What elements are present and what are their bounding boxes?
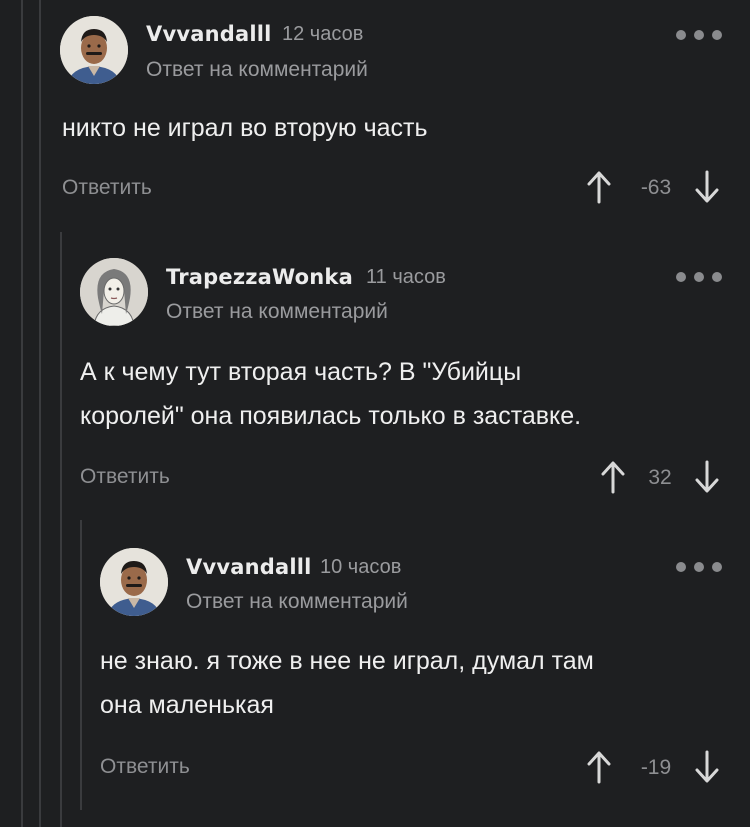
man-with-mustache-avatar-icon xyxy=(100,548,168,616)
comment-time: 10 часов xyxy=(320,556,402,578)
thread-line xyxy=(80,520,82,810)
comment-body-line: она маленькая xyxy=(100,691,274,719)
more-options-icon[interactable] xyxy=(676,270,722,284)
vote-score: -19 xyxy=(640,756,672,779)
reply-to-link[interactable]: Ответ на комментарий xyxy=(166,300,388,324)
man-with-mustache-avatar-icon xyxy=(60,16,128,84)
author-name[interactable]: Vvvandalll xyxy=(146,22,272,46)
comment-time: 12 часов xyxy=(282,23,364,45)
thread-line xyxy=(39,0,41,827)
upvote-arrow-icon[interactable] xyxy=(586,170,612,204)
reply-button[interactable]: Ответить xyxy=(62,176,152,200)
reply-button[interactable]: Ответить xyxy=(80,465,170,489)
comment-body-line: А к чему тут вторая часть? В "Убийцы xyxy=(80,358,522,386)
reply-to-link[interactable]: Ответ на комментарий xyxy=(186,590,408,614)
author-name[interactable]: TrapezzaWonka xyxy=(166,265,353,289)
comment-body-line: королей" она появилась только в заставке… xyxy=(80,402,582,430)
reply-to-link[interactable]: Ответ на комментарий xyxy=(146,58,368,82)
more-options-icon[interactable] xyxy=(676,28,722,42)
author-name[interactable]: Vvvandalll xyxy=(186,555,312,579)
avatar[interactable] xyxy=(80,258,148,326)
vote-score: -63 xyxy=(640,176,672,199)
drawn-woman-avatar-icon xyxy=(80,258,148,326)
comment-body-line: не знаю. я тоже в нее не играл, думал та… xyxy=(100,647,594,675)
avatar[interactable] xyxy=(60,16,128,84)
comment-body: не знаю. я тоже в нее не играл, думал та… xyxy=(100,639,594,727)
avatar[interactable] xyxy=(100,548,168,616)
thread-line xyxy=(21,0,23,827)
upvote-arrow-icon[interactable] xyxy=(586,750,612,784)
downvote-arrow-icon[interactable] xyxy=(694,170,720,204)
vote-score: 32 xyxy=(648,466,672,489)
comment-body-line: никто не играл во вторую часть xyxy=(62,114,428,142)
more-options-icon[interactable] xyxy=(676,560,722,574)
comment-time: 11 часов xyxy=(366,266,446,288)
comment-body: никто не играл во вторую часть xyxy=(62,106,427,150)
downvote-arrow-icon[interactable] xyxy=(694,460,720,494)
reply-button[interactable]: Ответить xyxy=(100,755,190,779)
comment-body: А к чему тут вторая часть? В "Убийцы кор… xyxy=(80,350,581,438)
thread-line xyxy=(60,232,62,827)
downvote-arrow-icon[interactable] xyxy=(694,750,720,784)
upvote-arrow-icon[interactable] xyxy=(600,460,626,494)
